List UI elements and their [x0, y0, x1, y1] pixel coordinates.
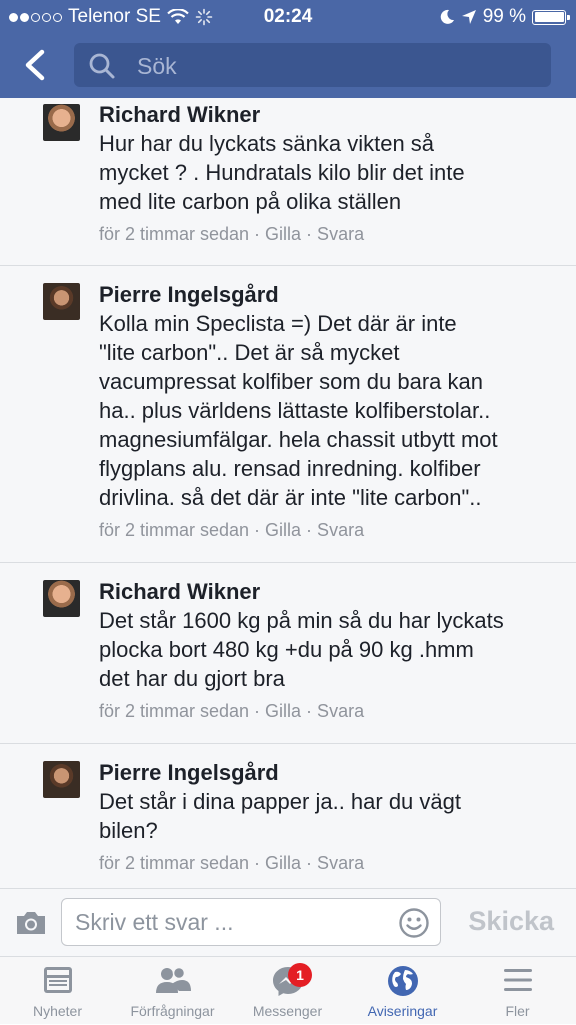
comment-item: Pierre Ingelsgård Det står i dina papper… — [0, 744, 576, 888]
search-placeholder: Sök — [137, 53, 177, 79]
tab-label: Fler — [505, 1003, 530, 1019]
comment-author[interactable]: Pierre Ingelsgård — [99, 281, 564, 309]
status-bar: Telenor SE 02:24 99 % — [0, 0, 576, 34]
comment-list: Richard Wikner Hur har du lyckats sänka … — [0, 98, 576, 888]
back-arrow-icon[interactable] — [18, 46, 54, 84]
reply-composer: Skriv ett svar ... Skicka — [0, 888, 576, 956]
tab-label: Förfrågningar — [130, 1003, 215, 1019]
comment-meta[interactable]: för 2 timmar sedan · Gilla · Svara — [99, 851, 564, 875]
reply-input[interactable]: Skriv ett svar ... — [61, 898, 441, 946]
tab-messenger[interactable]: 1 Messenger — [230, 957, 345, 1025]
comment-item: Pierre Ingelsgård Kolla min Speclista =)… — [0, 266, 576, 563]
comment-text: Hur har du lyckats sänka vikten så mycke… — [99, 131, 465, 214]
comment-item: Richard Wikner Det står 1600 kg på min s… — [0, 563, 576, 744]
camera-icon[interactable] — [14, 909, 48, 937]
comment-text: Det står i dina papper ja.. har du vägt … — [99, 789, 461, 843]
bottom-tab-bar: Nyheter Förfrågningar 1 Messenger Aviser… — [0, 956, 576, 1024]
send-button[interactable]: Skicka — [468, 906, 554, 937]
comment-text: Det står 1600 kg på min så du har lyckat… — [99, 608, 504, 691]
battery-percent: 99 % — [482, 6, 526, 27]
tab-news-feed[interactable]: Nyheter — [0, 957, 115, 1025]
comment-item: Richard Wikner Hur har du lyckats sänka … — [0, 98, 576, 266]
comment-meta[interactable]: för 2 timmar sedan · Gilla · Svara — [99, 222, 564, 246]
comment-meta[interactable]: för 2 timmar sedan · Gilla · Svara — [99, 699, 564, 723]
avatar[interactable] — [43, 580, 80, 617]
avatar[interactable] — [43, 104, 80, 141]
news-feed-icon — [43, 967, 72, 993]
globe-icon — [387, 966, 418, 996]
battery-icon — [532, 9, 570, 25]
comment-author[interactable]: Richard Wikner — [99, 101, 564, 129]
moon-icon — [440, 9, 454, 24]
comment-author[interactable]: Richard Wikner — [99, 578, 564, 606]
avatar[interactable] — [43, 761, 80, 798]
friend-requests-icon — [155, 966, 191, 993]
location-arrow-icon — [461, 10, 476, 24]
tab-label: Messenger — [252, 1003, 323, 1019]
tab-friend-requests[interactable]: Förfrågningar — [115, 957, 230, 1025]
comment-meta[interactable]: för 2 timmar sedan · Gilla · Svara — [99, 518, 564, 542]
search-icon — [89, 53, 115, 79]
tab-label: Aviseringar — [367, 1003, 438, 1019]
comment-text: Kolla min Speclista =) Det där är inte "… — [99, 311, 498, 510]
app-header: Telenor SE 02:24 99 % Sök — [0, 0, 576, 98]
tab-label: Nyheter — [32, 1003, 83, 1019]
reply-placeholder: Skriv ett svar ... — [75, 909, 234, 935]
avatar[interactable] — [43, 283, 80, 320]
tab-notifications[interactable]: Aviseringar — [345, 957, 460, 1025]
tab-more[interactable]: Fler — [460, 957, 575, 1025]
notification-badge: 1 — [288, 963, 312, 987]
search-input[interactable]: Sök — [74, 43, 551, 87]
comment-author[interactable]: Pierre Ingelsgård — [99, 759, 564, 787]
emoji-icon[interactable] — [398, 907, 430, 939]
menu-icon — [503, 969, 532, 991]
